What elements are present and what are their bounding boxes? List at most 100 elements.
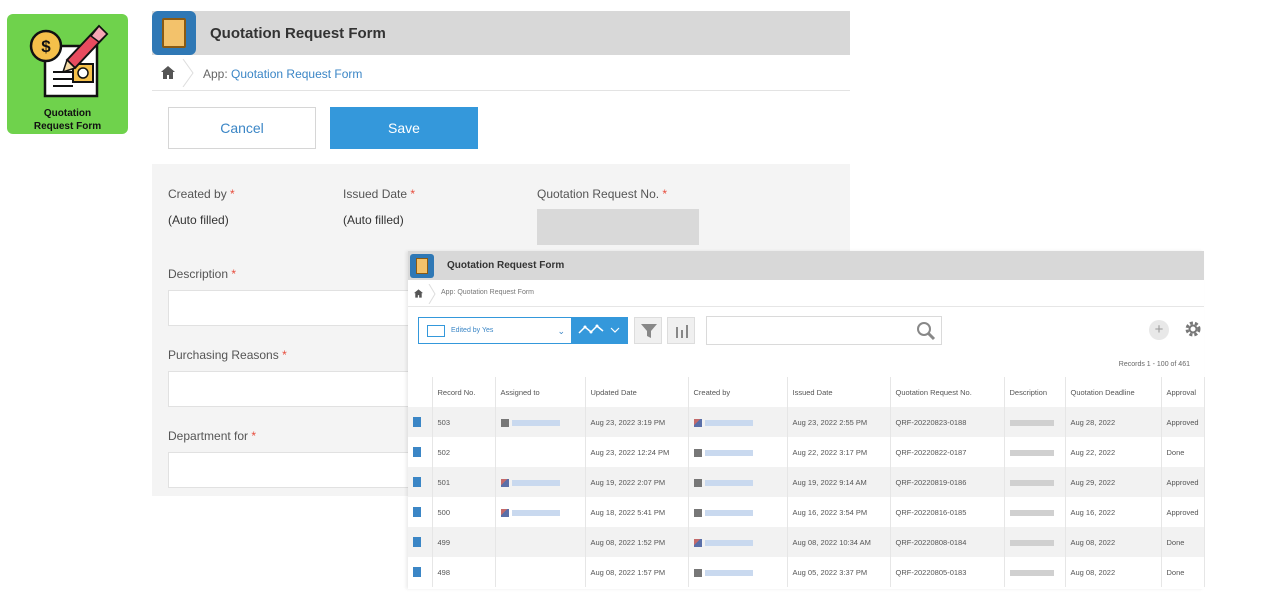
column-header[interactable]: Description [1004,377,1066,407]
assigned-to-cell [495,437,586,467]
add-record-button[interactable]: + [1149,320,1169,340]
list-breadcrumb-text[interactable]: App: Quotation Request Form [441,289,534,296]
approval-cell: Done [1161,527,1205,557]
breadcrumb-prefix: App: [203,67,228,81]
updated-date-cell: Aug 23, 2022 12:24 PM [585,437,689,467]
view-selector-label: Edited by Yes [451,327,494,334]
record-detail-icon[interactable] [413,537,421,547]
approval-cell: Done [1161,437,1205,467]
record-no-cell: 502 [432,437,496,467]
column-header[interactable]: Updated Date [585,377,689,407]
app-badge: $ Quotation Request Form [7,14,128,134]
issued-date-label: Issued Date * [343,187,416,201]
svg-text:$: $ [41,37,51,56]
redacted-description [1009,539,1054,546]
created-by-cell [688,557,788,587]
quotation-no-cell: QRF-20220808-0184 [890,527,1005,557]
quotation-no-cell: QRF-20220822-0187 [890,437,1005,467]
quotation-no-label: Quotation Request No. * [537,187,668,201]
form-title: Quotation Request Form [210,25,386,42]
redacted-name [704,539,753,546]
quotation-no-cell: QRF-20220816-0185 [890,497,1005,527]
redacted-description [1009,479,1054,486]
chart-button[interactable] [667,317,695,344]
record-detail-icon[interactable] [413,417,421,427]
quotation-no-cell: QRF-20220823-0188 [890,407,1005,437]
quotation-app-icon: $ [29,24,109,98]
search-input[interactable] [706,316,942,345]
redacted-name [704,569,753,576]
created-by-label: Created by * [168,187,235,201]
records-count: Records 1 - 100 of 461 [1118,361,1190,368]
record-detail-icon[interactable] [413,477,421,487]
issued-date-cell: Aug 19, 2022 9:14 AM [787,467,891,497]
avatar [693,568,702,577]
updated-date-cell: Aug 08, 2022 1:52 PM [585,527,689,557]
description-label: Description * [168,267,237,281]
table-row[interactable]: 502 Aug 23, 2022 12:24 PM Aug 22, 2022 3… [408,437,1205,467]
redacted-name [704,479,753,486]
column-header[interactable]: Record No. [432,377,496,407]
approval-cell: Approved [1161,467,1205,497]
list-breadcrumb: App: Quotation Request Form [408,280,1204,307]
chevron-down-icon: ⌄ [557,326,565,336]
record-detail-icon[interactable] [413,507,421,517]
updated-date-cell: Aug 23, 2022 3:19 PM [585,407,689,437]
view-selector[interactable]: Edited by Yes ⌄ [418,317,572,344]
updated-date-cell: Aug 18, 2022 5:41 PM [585,497,689,527]
plus-icon: + [1154,321,1164,338]
home-icon[interactable] [414,289,423,298]
column-header[interactable]: Quotation Request No. [890,377,1005,407]
table-row[interactable]: 500 Aug 18, 2022 5:41 PM Aug 16, 2022 3:… [408,497,1205,527]
redacted-description [1009,569,1054,576]
abacus-icon [152,11,196,55]
created-by-value: (Auto filled) [168,213,229,227]
bar-chart-icon [676,325,688,338]
record-detail-icon[interactable] [413,567,421,577]
avatar [693,478,702,487]
issued-date-cell: Aug 22, 2022 3:17 PM [787,437,891,467]
table-row[interactable]: 498 Aug 08, 2022 1:57 PM Aug 05, 2022 3:… [408,557,1205,587]
column-header[interactable]: Assigned to [495,377,586,407]
redacted-name [704,419,753,426]
quotation-no-cell: QRF-20220819-0186 [890,467,1005,497]
table-row[interactable]: 499 Aug 08, 2022 1:52 PM Aug 08, 2022 10… [408,527,1205,557]
avatar [693,448,702,457]
search-icon[interactable] [916,321,936,341]
record-list-window: Quotation Request Form App: Quotation Re… [408,251,1205,589]
record-detail-icon[interactable] [413,447,421,457]
assigned-to-cell [495,527,586,557]
purchasing-reasons-input[interactable] [168,371,428,407]
table-row[interactable]: 503 Aug 23, 2022 3:19 PM Aug 23, 2022 2:… [408,407,1205,437]
graph-button[interactable] [572,317,628,344]
record-no-cell: 499 [432,527,496,557]
assigned-to-cell [495,407,586,437]
redacted-description [1009,419,1054,426]
filter-button[interactable] [634,317,662,344]
table-row[interactable]: 501 Aug 19, 2022 2:07 PM Aug 19, 2022 9:… [408,467,1205,497]
filter-icon [641,324,657,338]
gear-icon[interactable] [1184,320,1202,338]
quotation-no-field [537,209,699,245]
description-cell [1004,407,1066,437]
save-button[interactable]: Save [330,107,478,149]
records-table: Record No. Assigned to Updated Date Crea… [408,377,1205,587]
description-input[interactable] [168,290,428,326]
cancel-button[interactable]: Cancel [168,107,316,149]
column-header[interactable]: Approval [1161,377,1205,407]
description-cell [1004,557,1066,587]
breadcrumb-text: App: Quotation Request Form [203,67,362,81]
issued-date-cell: Aug 05, 2022 3:37 PM [787,557,891,587]
breadcrumb-app-link[interactable]: Quotation Request Form [231,67,362,81]
quotation-no-cell: QRF-20220805-0183 [890,557,1005,587]
redacted-description [1009,509,1054,516]
column-header[interactable]: Issued Date [787,377,891,407]
table-view-icon [427,325,445,337]
badge-line-1: Quotation [43,108,92,119]
column-header[interactable]: Quotation Deadline [1065,377,1162,407]
deadline-cell: Aug 22, 2022 [1065,437,1162,467]
home-icon[interactable] [161,66,175,79]
department-for-input[interactable] [168,452,428,488]
column-header[interactable]: Created by [688,377,788,407]
breadcrumb-separator [182,59,194,87]
